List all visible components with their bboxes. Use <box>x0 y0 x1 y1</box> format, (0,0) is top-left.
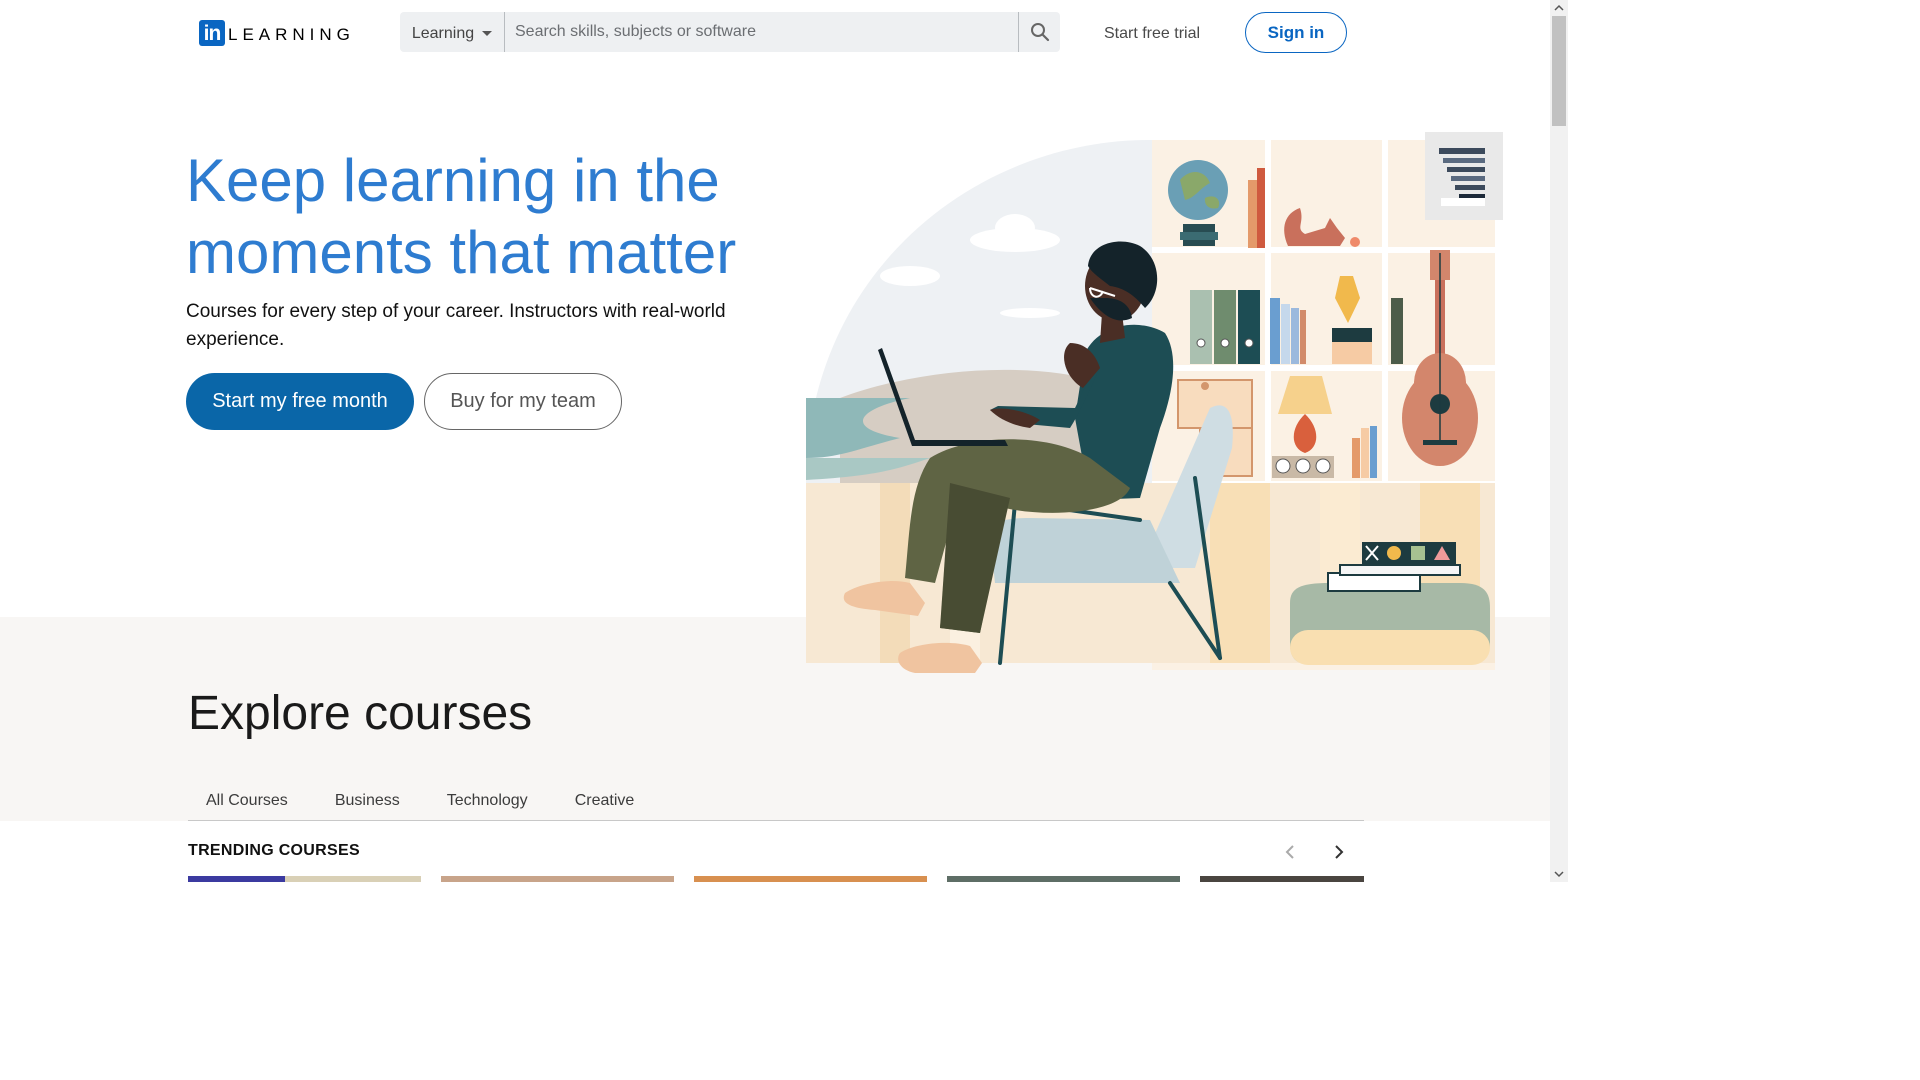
hero-title: Keep learning in the moments that matter <box>186 147 737 286</box>
chevron-up-icon <box>1554 4 1564 11</box>
course-category-tabs: All Courses Business Technology Creative <box>188 784 1364 821</box>
chair-seat <box>990 518 1180 583</box>
carousel-prev-button[interactable] <box>1278 840 1302 864</box>
linkedin-learning-logo[interactable]: in LEARNING <box>199 20 355 46</box>
chevron-down-icon <box>1554 871 1564 878</box>
scroll-up-button[interactable] <box>1550 0 1568 16</box>
ball <box>1350 237 1360 247</box>
book-stack <box>1339 564 1461 576</box>
start-free-trial-link[interactable]: Start free trial <box>1104 25 1200 43</box>
search-bar: Learning <box>400 12 1060 52</box>
top-navigation: in LEARNING Learning Start free trial Si… <box>0 0 1550 70</box>
hero-subtitle: Courses for every step of your career. I… <box>186 301 726 350</box>
course-thumbnail[interactable] <box>947 876 1180 882</box>
trending-courses-heading: TRENDING COURSES <box>188 842 360 859</box>
binders <box>1190 290 1260 364</box>
scroll-down-button[interactable] <box>1550 866 1568 882</box>
shape-square <box>1411 546 1425 560</box>
hero-illustration <box>806 140 1495 673</box>
tab-business[interactable]: Business <box>317 784 418 820</box>
vase-base <box>1332 328 1372 342</box>
course-thumbnail[interactable] <box>285 876 421 882</box>
search-button[interactable] <box>1018 12 1060 52</box>
search-input[interactable] <box>505 12 1018 52</box>
page-scrollbar[interactable] <box>1550 0 1568 882</box>
course-thumbnail[interactable] <box>1200 876 1364 882</box>
vase-stand <box>1332 342 1372 364</box>
book <box>1248 180 1258 248</box>
explore-courses-heading: Explore courses <box>188 687 533 740</box>
sign-in-button[interactable]: Sign in <box>1245 12 1347 53</box>
book <box>1257 168 1265 248</box>
search-type-dropdown[interactable]: Learning <box>400 12 505 52</box>
start-free-month-button[interactable]: Start my free month <box>186 373 414 430</box>
course-thumbnail[interactable] <box>188 876 285 882</box>
pouf-bottom <box>1290 630 1490 665</box>
shape-circle <box>1387 546 1401 560</box>
search-icon <box>1030 23 1049 42</box>
book <box>1391 298 1403 364</box>
buy-for-team-button[interactable]: Buy for my team <box>424 373 622 430</box>
logo-text: LEARNING <box>228 25 355 44</box>
tab-technology[interactable]: Technology <box>429 784 546 820</box>
tab-creative[interactable]: Creative <box>557 784 653 820</box>
carousel-next-button[interactable] <box>1327 840 1351 864</box>
search-type-label: Learning <box>411 24 475 42</box>
chevron-left-icon <box>1285 845 1294 859</box>
tab-all-courses[interactable]: All Courses <box>188 784 306 820</box>
course-thumbnail[interactable] <box>694 876 927 882</box>
logo-badge: in <box>199 20 225 46</box>
chevron-right-icon <box>1335 845 1344 859</box>
document-icon <box>1425 132 1503 220</box>
scrollbar-thumb[interactable] <box>1552 16 1566 126</box>
course-thumbnail[interactable] <box>441 876 674 882</box>
chevron-down-icon <box>482 31 493 36</box>
clock-icon <box>1275 458 1331 474</box>
